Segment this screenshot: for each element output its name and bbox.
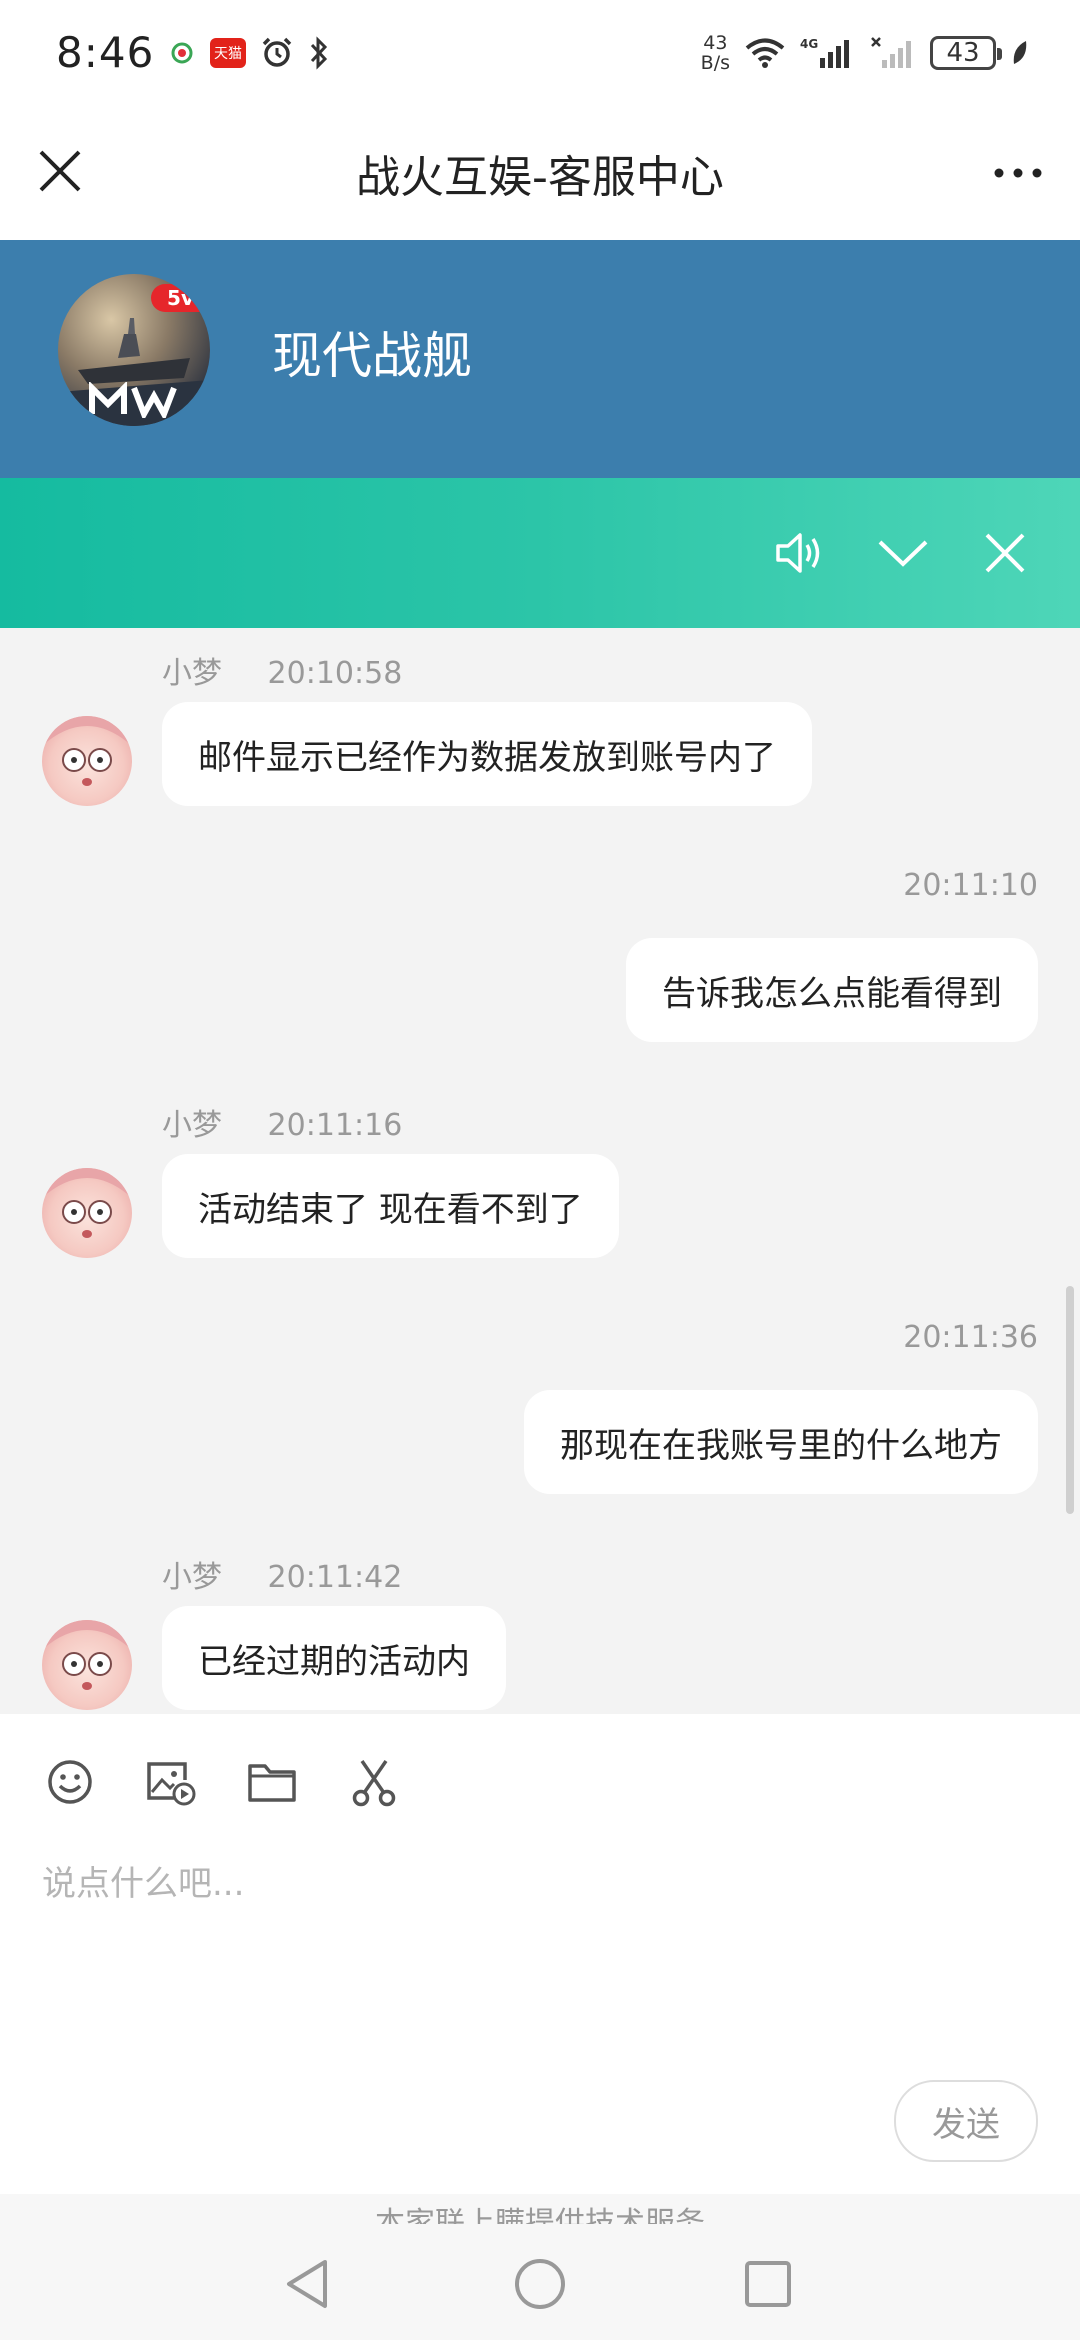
status-right: 43 B/s 4G 43: [701, 33, 1030, 73]
no-signal-icon: [870, 36, 916, 70]
message-time: 20:10:58: [267, 656, 403, 691]
message-time: 20:11:36: [903, 1320, 1038, 1355]
emoji-button[interactable]: [42, 1754, 98, 1810]
net-speed: 43 B/s: [701, 33, 730, 73]
message-bubble-agent: 已经过期的活动内: [162, 1606, 506, 1710]
collapse-button[interactable]: [868, 518, 938, 588]
message-time: 20:11:42: [267, 1560, 403, 1595]
message-meta: 小梦 20:11:42: [162, 1552, 402, 1596]
chevron-down-icon: [878, 540, 928, 567]
anime-avatar-icon: [42, 1168, 132, 1238]
more-options-button[interactable]: [986, 145, 1050, 201]
image-video-button[interactable]: [142, 1754, 198, 1810]
sender-name: 小梦: [162, 1560, 222, 1595]
message-meta: 小梦 20:11:16: [162, 1100, 402, 1144]
chat-area[interactable]: 小梦 20:10:58 邮件显示已经作为数据发放到账号内了 20:11:10 告…: [0, 628, 1080, 1714]
game-badge: 5v: [151, 284, 204, 312]
input-panel: 发送: [0, 1714, 1080, 2194]
anime-avatar-icon: [42, 716, 132, 786]
close-icon: [985, 533, 1025, 573]
nav-recents-button[interactable]: [736, 2252, 800, 2316]
close-icon: [39, 150, 81, 192]
send-button[interactable]: 发送: [894, 2080, 1038, 2162]
screenshot-button[interactable]: [346, 1754, 402, 1810]
emoji-icon: [48, 1760, 92, 1804]
game-logo-icon: [89, 382, 177, 418]
sender-name: 小梦: [162, 656, 222, 691]
agent-avatar[interactable]: [42, 1620, 132, 1710]
chat-control-bar: [0, 478, 1080, 628]
agent-avatar[interactable]: [42, 1168, 132, 1258]
bluetooth-icon: [308, 35, 330, 70]
agent-avatar[interactable]: [42, 716, 132, 806]
recents-square-icon: [745, 2261, 791, 2307]
message-input[interactable]: [42, 1844, 1042, 1924]
chat-scrollbar[interactable]: [1066, 1286, 1074, 1514]
system-nav-bar: 本家联上瞒提供技术服务: [0, 2194, 1080, 2340]
title-bar: 战火互娱-客服中心: [0, 105, 1080, 240]
message-time: 20:11:16: [267, 1108, 403, 1143]
message-bubble-user: 告诉我怎么点能看得到: [626, 938, 1038, 1042]
anime-avatar-icon: [42, 1620, 132, 1690]
cellular-signal-icon: 4G: [800, 36, 856, 70]
svg-text:天猫: 天猫: [214, 46, 242, 62]
folder-icon: [248, 1764, 296, 1802]
close-chat-button[interactable]: [970, 518, 1040, 588]
tmall-app-icon: 天猫: [210, 36, 247, 70]
message-bubble-agent: 活动结束了 现在看不到了: [162, 1154, 619, 1258]
scissors-icon: [352, 1760, 396, 1807]
image-video-icon: [147, 1762, 196, 1806]
file-button[interactable]: [244, 1754, 300, 1810]
close-button[interactable]: [32, 143, 88, 199]
clock: 8:46: [56, 28, 155, 77]
battery-indicator: 43: [930, 35, 1002, 70]
message-meta: 小梦 20:10:58: [162, 648, 402, 692]
message-bubble-user: 那现在在我账号里的什么地方: [524, 1390, 1038, 1494]
game-avatar: 5v: [58, 274, 210, 426]
nav-home-button[interactable]: [508, 2252, 572, 2316]
home-circle-icon: [515, 2259, 565, 2309]
footer-note: 本家联上瞒提供技术服务: [375, 2206, 705, 2224]
back-triangle-icon: [287, 2260, 327, 2308]
page-title: 战火互娱-客服中心: [356, 151, 724, 203]
wifi-icon: [744, 37, 786, 69]
sender-name: 小梦: [162, 1108, 222, 1143]
net-speed-unit: B/s: [700, 51, 730, 74]
more-dots-icon: [994, 168, 1042, 178]
message-bubble-agent: 邮件显示已经作为数据发放到账号内了: [162, 702, 812, 806]
game-name: 现代战舰: [272, 327, 472, 385]
alarm-icon: [260, 36, 294, 70]
mobile-carrier-icon: [168, 39, 196, 67]
status-left: 8:46 天猫: [56, 28, 330, 77]
status-bar: 8:46 天猫 43 B/s 4G 43: [0, 0, 1080, 105]
net-speed-value: 43: [703, 31, 728, 54]
nav-back-button[interactable]: [276, 2252, 340, 2316]
speaker-icon: [776, 533, 820, 573]
sound-toggle-button[interactable]: [765, 518, 835, 588]
game-header: 5v 现代战舰: [0, 240, 1080, 478]
message-time: 20:11:10: [903, 868, 1038, 903]
leaf-icon: [1010, 38, 1030, 68]
svg-text:4G: 4G: [800, 37, 818, 51]
